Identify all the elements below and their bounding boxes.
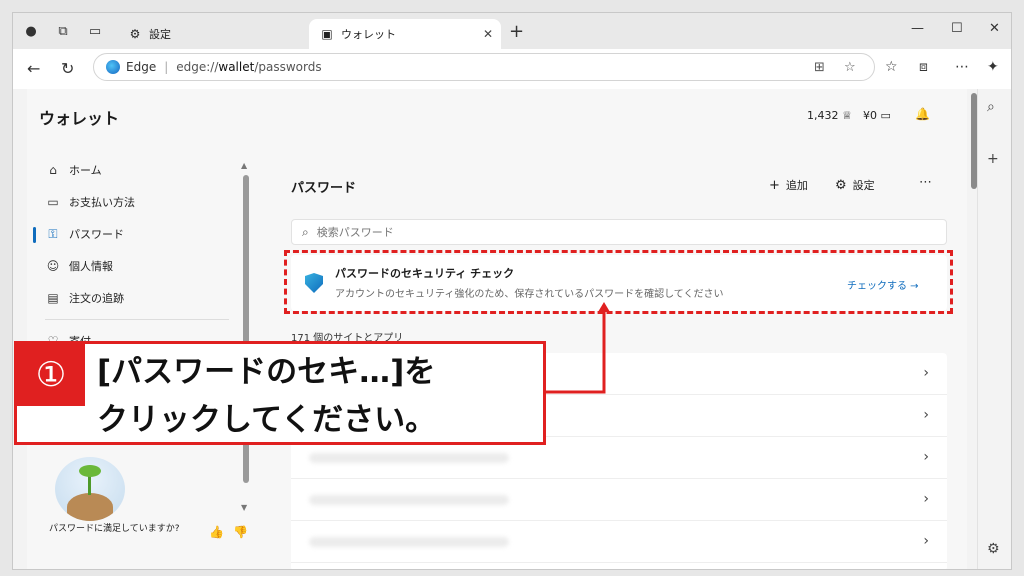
favorites-icon[interactable]: ☆ <box>885 59 898 75</box>
search-icon[interactable]: ⌕ <box>987 99 995 115</box>
tab-bar: ● ⧉ ▭ ⚙ 設定 ▣ ウォレット ✕ + — ☐ ✕ <box>13 13 1011 49</box>
sidebar-item-passwords[interactable]: ⚿ パスワード <box>45 222 124 246</box>
thumbs-up-icon[interactable]: 👍 <box>209 525 224 539</box>
divider <box>45 319 229 320</box>
window-close-icon[interactable]: ✕ <box>989 21 1000 36</box>
sidebar-item-label: 注文の追跡 <box>69 292 124 305</box>
sprout-illustration <box>55 457 125 521</box>
feedback-question: パスワードに満足していますか? <box>49 524 180 534</box>
instruction-callout: ① [パスワードのセキ…]を クリックしてください。 <box>14 341 546 445</box>
plus-icon: + <box>769 177 780 193</box>
chevron-right-icon: › <box>923 365 929 381</box>
navigation-bar: ← ↻ Edge | edge://wallet/passwords ⊞ ☆ ☆… <box>13 49 1011 89</box>
more-icon[interactable]: ⋯ <box>955 59 969 75</box>
gear-icon: ⚙ <box>835 177 847 193</box>
workspaces-icon[interactable]: ⧉ <box>53 21 73 41</box>
maximize-icon[interactable]: ☐ <box>951 21 963 36</box>
address-separator: | <box>164 60 169 74</box>
edge-logo-icon <box>106 60 120 74</box>
sidebar-item-order-tracking[interactable]: ▤ 注文の追跡 <box>45 286 124 310</box>
sidebar-item-personal-info[interactable]: ☺ 個人情報 <box>45 254 113 278</box>
balance[interactable]: ¥0 ▭ <box>863 109 891 122</box>
scroll-down-icon[interactable]: ▼ <box>241 503 247 512</box>
tab-actions-icon[interactable]: ▭ <box>85 21 105 41</box>
edge-label: Edge <box>126 60 157 74</box>
apps-icon[interactable]: ⊞ <box>814 60 825 75</box>
profile-icon[interactable]: ● <box>21 21 41 41</box>
search-placeholder: 検索パスワード <box>316 226 394 239</box>
back-icon[interactable]: ← <box>27 59 40 78</box>
settings-button[interactable]: ⚙ 設定 <box>835 177 875 193</box>
rewards-points[interactable]: 1,432 ♕ <box>807 109 852 122</box>
browser-window: ● ⧉ ▭ ⚙ 設定 ▣ ウォレット ✕ + — ☐ ✕ ← ↻ Edge | … <box>12 12 1012 570</box>
add-button[interactable]: + 追加 <box>769 177 808 193</box>
key-icon: ⚿ <box>48 226 58 241</box>
favorite-star-icon[interactable]: ☆ <box>844 60 856 75</box>
section-title: パスワード <box>291 181 357 196</box>
more-options-icon[interactable]: ⋯ <box>919 175 932 190</box>
copilot-icon[interactable]: ✦ <box>987 59 999 75</box>
bell-icon[interactable]: 🔔 <box>915 107 930 121</box>
instruction-line-2: クリックしてください。 <box>97 402 437 438</box>
tab-settings[interactable]: ⚙ 設定 <box>117 19 307 49</box>
sidebar-item-label: ホーム <box>69 164 102 177</box>
screenshot-icon[interactable]: ⧈ <box>919 59 928 75</box>
gear-icon[interactable]: ⚙ <box>987 541 1000 557</box>
page-title: ウォレット <box>39 109 120 128</box>
address-url: edge://wallet/passwords <box>176 60 322 74</box>
highlight-frame <box>284 250 953 314</box>
home-icon: ⌂ <box>49 163 57 177</box>
tab-label: ウォレット <box>341 28 396 41</box>
chevron-right-icon: › <box>923 533 929 549</box>
chevron-right-icon: › <box>923 449 929 465</box>
active-indicator <box>33 227 36 243</box>
sidebar-item-payment[interactable]: ▭ お支払い方法 <box>45 190 135 214</box>
list-item[interactable]: › <box>291 521 947 563</box>
instruction-line-1: [パスワードのセキ…]を <box>97 354 436 390</box>
add-label: 追加 <box>785 179 808 192</box>
minimize-icon[interactable]: — <box>911 21 924 36</box>
tab-wallet[interactable]: ▣ ウォレット ✕ <box>309 19 501 49</box>
edge-sidebar: ⌕ + ⚙ <box>977 89 1011 569</box>
sidebar-item-home[interactable]: ⌂ ホーム <box>45 158 102 182</box>
step-number: ① <box>17 344 85 406</box>
person-icon: ☺ <box>46 259 60 273</box>
settings-label: 設定 <box>852 179 875 192</box>
search-input[interactable]: ⌕ 検索パスワード <box>291 219 947 245</box>
tab-label: 設定 <box>149 28 171 41</box>
refresh-icon[interactable]: ↻ <box>61 59 74 78</box>
thumbs-down-icon[interactable]: 👎 <box>233 525 248 539</box>
scroll-up-icon[interactable]: ▲ <box>241 161 247 170</box>
wallet-icon: ▣ <box>321 27 333 41</box>
search-icon: ⌕ <box>302 224 309 239</box>
sidebar-item-label: パスワード <box>69 228 124 241</box>
sidebar-item-label: お支払い方法 <box>69 196 135 209</box>
add-sidebar-icon[interactable]: + <box>987 151 999 167</box>
new-tab-button[interactable]: + <box>509 21 524 42</box>
wallet-page: ウォレット 1,432 ♕ ¥0 ▭ 🔔 ⌂ ホーム ▭ お支払い方法 ⚿ パス… <box>27 89 967 569</box>
list-item[interactable]: › <box>291 479 947 521</box>
close-icon[interactable]: ✕ <box>483 27 493 41</box>
page-scrollbar[interactable] <box>971 93 977 189</box>
receipt-icon: ▤ <box>47 291 59 305</box>
sidebar-item-label: 個人情報 <box>69 260 113 273</box>
chevron-right-icon: › <box>923 491 929 507</box>
card-icon: ▭ <box>47 195 59 209</box>
chevron-right-icon: › <box>923 407 929 423</box>
address-bar[interactable]: Edge | edge://wallet/passwords ⊞ ☆ <box>93 53 875 81</box>
gear-icon: ⚙ <box>129 27 141 41</box>
